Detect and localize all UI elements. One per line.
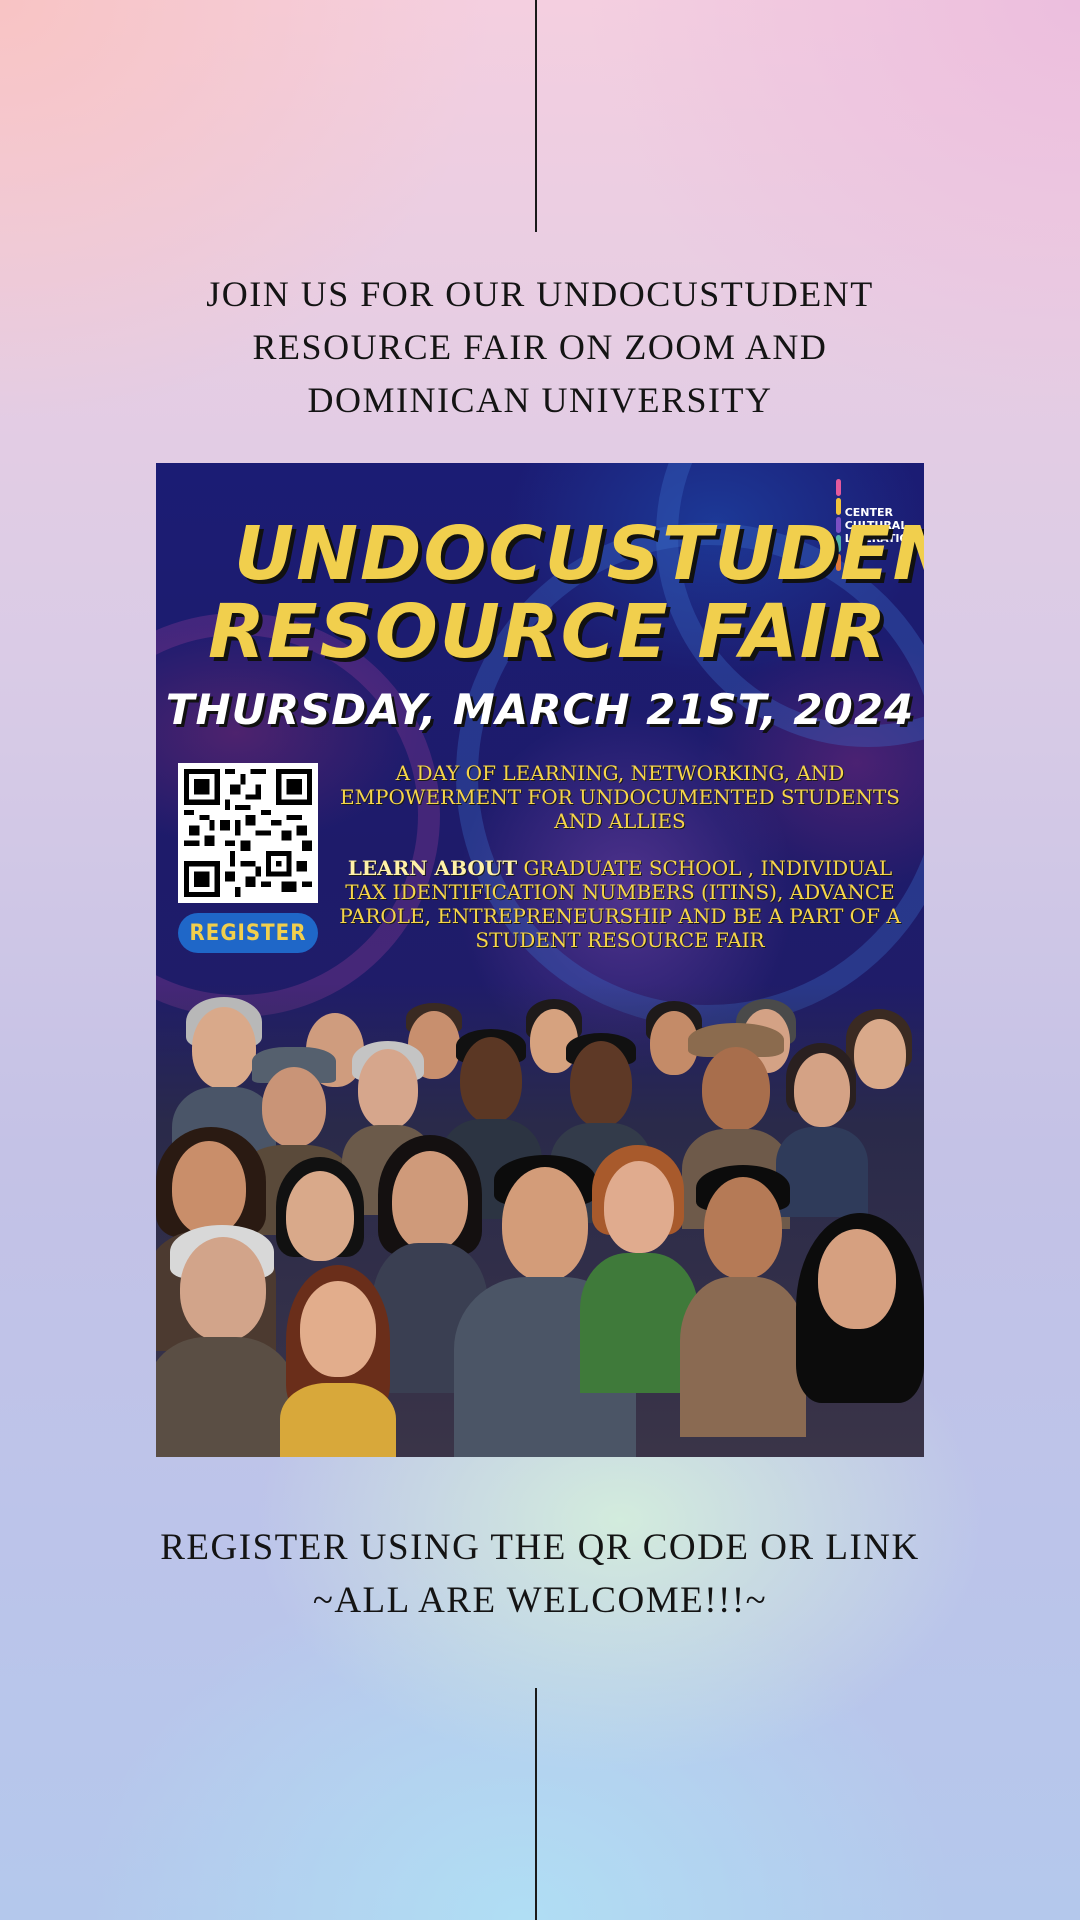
event-poster: CENTER CULTURAL LIBERATION UNDOCUSTUDENT… — [156, 463, 924, 1457]
intro-caption-line: JOIN US FOR OUR UNDOCUSTUDENT — [206, 274, 874, 314]
bottom-divider-line — [535, 1688, 537, 1920]
learn-about-description: LEARN ABOUT GRADUATE SCHOOL , INDIVIDUAL… — [336, 856, 904, 952]
poster-title-line1: UNDOCUSTUDENT — [234, 511, 924, 597]
registration-caption: REGISTER USING THE QR CODE OR LINK ~ALL … — [60, 1521, 1020, 1627]
qr-code-icon — [184, 769, 312, 897]
intro-caption: JOIN US FOR OUR UNDOCUSTUDENT RESOURCE F… — [60, 268, 1020, 427]
intro-caption-line: RESOURCE FAIR ON ZOOM AND — [252, 327, 828, 367]
register-button[interactable]: REGISTER — [178, 913, 318, 953]
registration-caption-line: REGISTER USING THE QR CODE OR LINK — [160, 1527, 920, 1568]
learn-about-lead: LEARN ABOUT — [347, 856, 518, 880]
qr-code[interactable] — [178, 763, 318, 903]
crowd-illustration — [156, 983, 924, 1457]
welcome-line: ~ALL ARE WELCOME!!!~ — [312, 1580, 768, 1621]
event-date: THURSDAY, MARCH 21ST, 2024 — [165, 685, 915, 734]
event-description: A DAY OF LEARNING, NETWORKING, AND EMPOW… — [339, 761, 901, 833]
poster-title-line2: RESOURCE FAIR — [208, 589, 889, 675]
top-divider-line — [535, 0, 537, 232]
intro-caption-line: DOMINICAN UNIVERSITY — [307, 380, 773, 420]
